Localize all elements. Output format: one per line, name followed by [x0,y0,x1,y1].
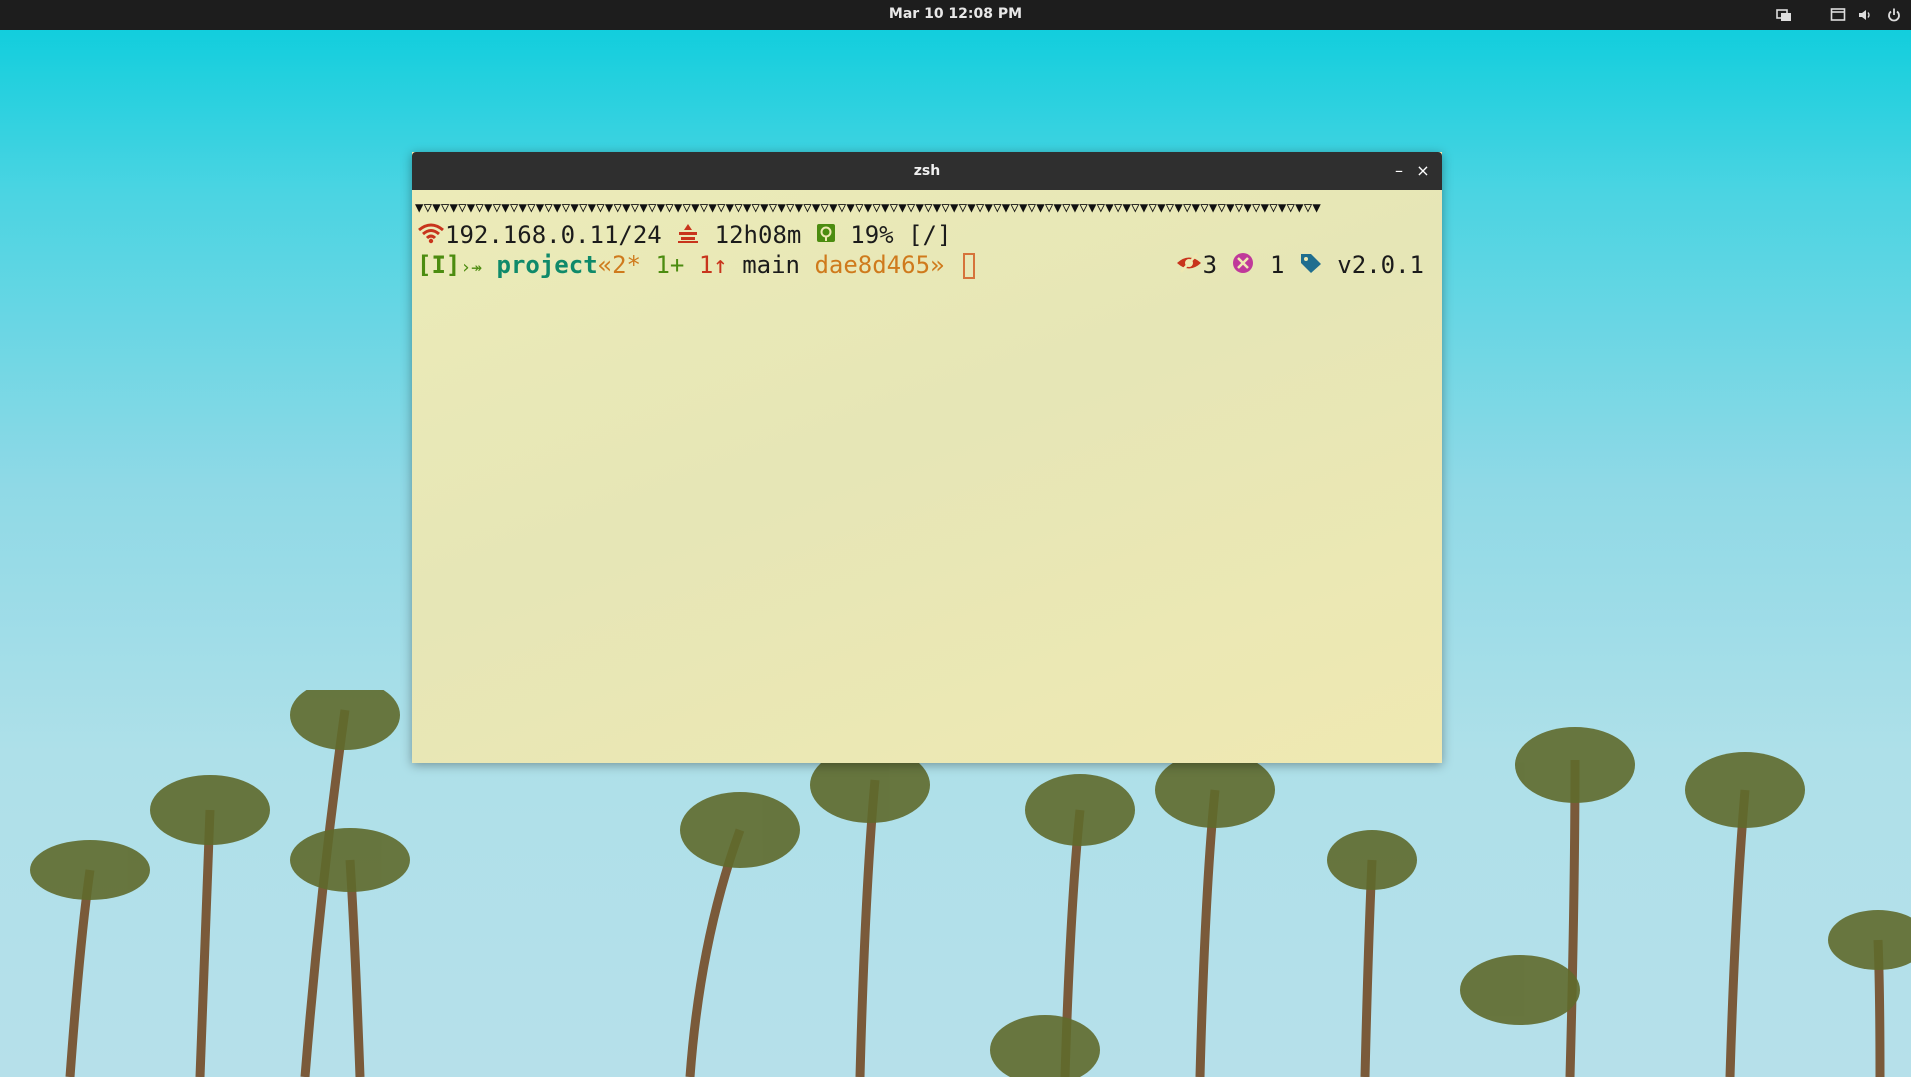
git-open-bracket: « [597,251,613,279]
top-bar: Mar 10 12:08 PM [0,0,1911,30]
prompt-separator: ▼▽▼▽▼▽▼▽▼▽▼▽▼▽▼▽▼▽▼▽▼▽▼▽▼▽▼▽▼▽▼▽▼▽▼▽▼▽▼▽… [415,200,1322,216]
stash-eye-icon [1175,251,1203,281]
git-tag: v2.0.1 [1337,251,1424,279]
tag-icon [1299,251,1323,281]
notifications-icon[interactable] [1776,0,1792,30]
git-close-bracket: » [930,251,945,279]
current-directory: [/] [908,221,952,249]
terminal-area[interactable]: ▼▽▼▽▼▽▼▽▼▽▼▽▼▽▼▽▼▽▼▽▼▽▼▽▼▽▼▽▼▽▼▽▼▽▼▽▼▽▼▽… [412,190,1442,763]
close-button[interactable]: × [1413,161,1433,181]
uptime-icon [676,221,700,251]
stash-count: 3 [1202,251,1218,279]
uptime: 12h08m [714,221,802,249]
prompt-arrows: ›↠ [460,257,483,278]
conflict-icon [1231,251,1255,281]
vi-mode-indicator: [I] [417,251,461,279]
right-prompt: 3 1 v2.0.1 [1175,250,1424,281]
conflict-count: 1 [1269,251,1285,279]
window-titlebar[interactable]: zsh – × [412,152,1442,190]
clock[interactable]: Mar 10 12:08 PM [0,0,1911,30]
terminal-cursor[interactable] [962,253,975,279]
screen-icon[interactable] [1830,0,1846,30]
ip-address: 192.168.0.11/24 [445,221,662,249]
wifi-icon [417,221,445,251]
window-title: zsh [913,163,941,179]
power-icon[interactable] [1886,0,1902,30]
volume-icon[interactable] [1857,0,1873,30]
disk-icon [816,221,836,251]
git-modified: 2* [612,251,642,279]
prompt-status-line: 192.168.0.11/24 12h08m 19% [/] [417,220,951,250]
terminal-window: zsh – × ▼▽▼▽▼▽▼▽▼▽▼▽▼▽▼▽▼▽▼▽▼▽▼▽▼▽▼▽▼▽▼▽… [412,152,1442,763]
disk-usage: 19% [850,221,894,249]
git-staged: 1+ [655,251,685,279]
repo-name: project [496,251,598,279]
git-branch: main [742,251,800,279]
git-commit: dae8d465 [814,251,931,279]
prompt-line: [I]›↠ project«2* 1+ 1↑ main dae8d465» [417,250,975,280]
minimize-button[interactable]: – [1389,161,1409,181]
git-ahead: 1↑ [698,251,728,279]
